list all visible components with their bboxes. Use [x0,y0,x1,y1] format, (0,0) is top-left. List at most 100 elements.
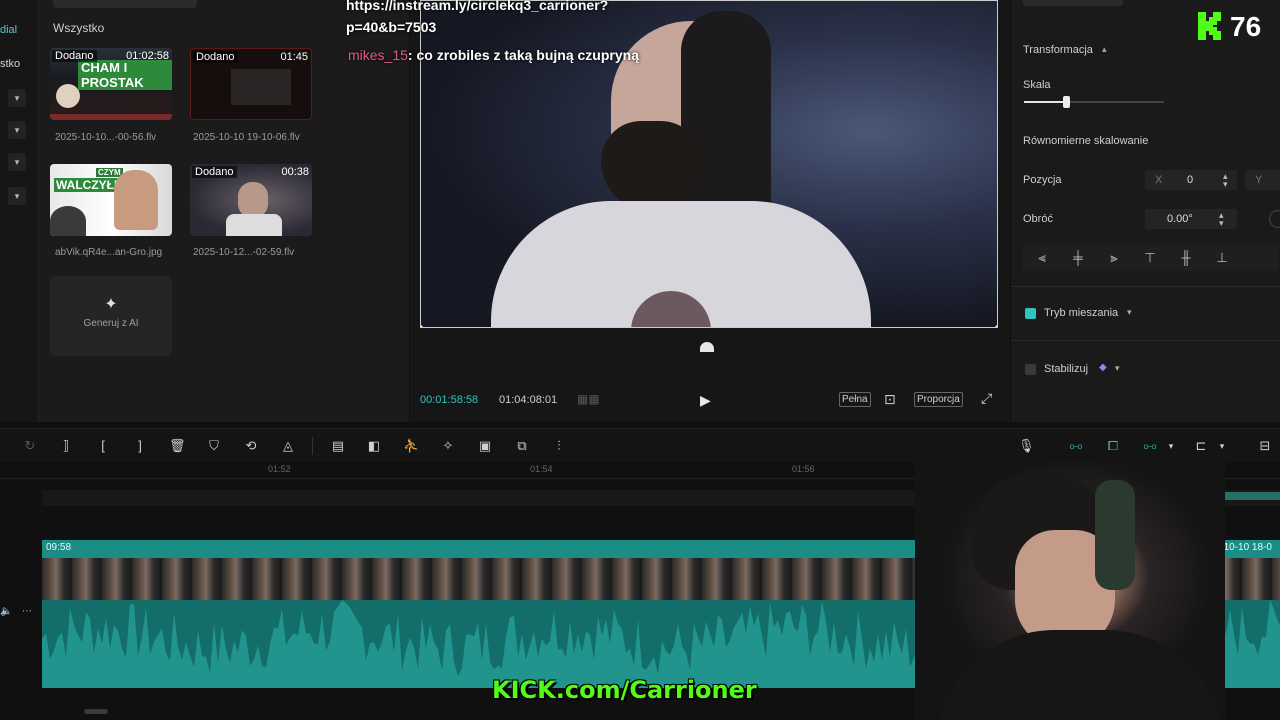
position-x-value: 0 [1187,174,1194,186]
scale-slider-fill [1024,101,1066,103]
align-bottom-icon[interactable]: ⊥ [1215,251,1229,265]
chevron-down-icon[interactable]: ▾ [8,153,26,171]
generate-ai-button[interactable]: ✦ Generuj z AI [50,276,172,356]
rotate-value: 0.00° [1167,213,1193,225]
media-thumb-1[interactable]: CHAM I PROSTAK Dodano 01:02:58 [50,48,172,120]
mirror-icon[interactable]: ◧ [366,438,382,454]
thumb-overlay-text: CHAM I PROSTAK [78,60,172,90]
trim-right-icon[interactable]: ] [132,438,148,454]
more-icon[interactable]: ⋯ [22,606,32,617]
chat-message: mikes_15: co zrobiles z taką bujną czupr… [348,46,639,64]
media-thumb-4[interactable]: Dodano 00:38 [190,164,312,236]
generate-ai-label: Generuj z AI [83,318,139,329]
zoom-fit-icon[interactable]: ⊏ [1193,438,1209,454]
axis-x-label: X [1155,174,1163,186]
chevron-down-icon[interactable]: ▾ [8,89,26,107]
marker-icon[interactable]: ⛉ [206,438,222,454]
scale-slider[interactable] [1024,96,1164,108]
sidebar-text-2[interactable]: stko [0,58,20,70]
align-right-icon[interactable]: ⫸ [1107,251,1121,265]
chat-url-line2: p=40&b=7503 [346,19,437,35]
ruler-tick: 01:52 [268,464,291,474]
keyframe-icon[interactable] [1269,210,1280,228]
speed-icon[interactable]: ◬ [280,438,296,454]
ruler-tick: 01:56 [792,464,815,474]
chat-text: : co zrobiles z taką bujną czupryną [407,47,639,63]
chat-username: mikes_15 [348,47,408,63]
properties-panel: Transformacja ▴ Skala Równomierne skalow… [1011,0,1280,422]
blend-checkbox[interactable] [1025,308,1036,319]
left-sidebar: dial stko ▾ ▾ ▾ ▾ [0,0,39,422]
added-badge: Dodano [52,50,97,62]
magic-wand-icon[interactable]: ✧ [440,438,456,454]
ruler-tick: 01:54 [530,464,553,474]
ratio-icon[interactable]: ⊟ [1257,438,1273,454]
hd-icon[interactable]: ▣ [477,438,493,454]
thumb-duration: 01:02:58 [126,50,169,62]
export-clip-icon[interactable]: ⧉ [514,438,530,454]
split-icon[interactable]: ⟧ [58,438,74,454]
align-center-h-icon[interactable]: ╪ [1071,251,1085,265]
position-y-field[interactable]: Y [1245,170,1280,190]
chevron-up-icon[interactable]: ▴ [1102,44,1107,55]
section-title[interactable]: Transformacja [1023,44,1093,56]
freeze-icon[interactable]: ▤ [330,438,346,454]
stabilize-label: Stabilizuj [1044,363,1089,375]
webcam-overlay [915,460,1225,720]
media-filter-label[interactable]: Wszystko [53,21,104,35]
chevron-down-icon[interactable]: ▾ [1163,438,1179,454]
grid-icon[interactable]: ▦▦ [577,392,600,406]
trim-left-icon[interactable]: [ [95,438,111,454]
full-button[interactable]: Pełna [839,392,871,407]
filter-button[interactable] [137,0,197,8]
premium-gem-icon: ◆ [1099,362,1107,373]
chevron-down-icon[interactable]: ▾ [8,121,26,139]
snap-icon[interactable]: ⧠ [1105,438,1121,454]
viewer-count: 76 [1230,11,1262,42]
align-center-v-icon[interactable]: ╫ [1179,251,1193,265]
link-icon[interactable]: ⧟ [1068,438,1084,454]
stabilize-checkbox[interactable] [1025,364,1036,375]
delete-icon[interactable]: 🗑 [169,438,186,454]
resize-handle[interactable] [995,325,997,327]
resize-handle[interactable] [421,325,423,327]
clip-start-time: 09:58 [46,542,72,553]
chevron-down-icon[interactable]: ▾ [8,187,26,205]
play-button[interactable]: ▶ [700,392,711,409]
audio-waveform-icon[interactable]: ⫶ [551,438,567,454]
chevron-down-icon[interactable]: ▾ [1127,307,1132,318]
fullscreen-icon[interactable]: ⤢ [981,390,992,407]
align-bar: ⫷ ╪ ⫸ ⊤ ╫ ⊥ [1023,245,1279,271]
total-time: 01:04:08:01 [499,394,558,406]
media-thumb-2[interactable]: Dodano 01:45 [190,48,312,120]
chevron-down-icon[interactable]: ▾ [1214,438,1230,454]
rotate-handle-icon[interactable] [700,342,714,352]
thumb-label: abVik.qR4e...an-Gro.jpg [55,247,163,258]
screenshot-icon[interactable]: ⊡ [884,391,896,408]
microphone-icon[interactable]: 🎙 [1018,438,1035,454]
scale-slider-knob[interactable] [1063,96,1070,108]
chevron-down-icon[interactable]: ▾ [1115,363,1120,374]
redo-icon[interactable]: ↻ [22,438,38,454]
scale-label: Skala [1023,79,1051,91]
align-left-icon[interactable]: ⫷ [1035,251,1049,265]
loop-icon[interactable]: ⟲ [243,438,259,454]
thumb-duration: 01:45 [280,51,308,63]
stepper-icon[interactable]: ▴ ▾ [1223,172,1228,189]
sidebar-text-1[interactable]: dial [0,24,17,36]
person-cutout-icon[interactable]: ⛹ [403,438,419,454]
thumb-label: 2025-10-10...-00-56.flv [55,132,157,143]
align-top-icon[interactable]: ⊤ [1143,251,1157,265]
media-thumb-3[interactable]: CZYM WALCZYŁEM [50,164,172,236]
axis-y-label: Y [1255,174,1263,186]
ratio-button[interactable]: Proporcja [914,392,963,407]
uniform-scale-label: Równomierne skalowanie [1023,135,1149,147]
rotate-label: Obróć [1023,213,1053,225]
added-badge: Dodano [193,51,238,63]
volume-icon[interactable]: 🔈 [0,606,12,617]
tab-basic[interactable] [1023,0,1123,6]
stepper-icon[interactable]: ▴ ▾ [1219,211,1224,228]
current-time: 00:01:58:58 [420,394,479,406]
preview-axis-icon[interactable]: ⧟ [1142,438,1158,454]
horizontal-scrollbar[interactable] [84,709,108,714]
